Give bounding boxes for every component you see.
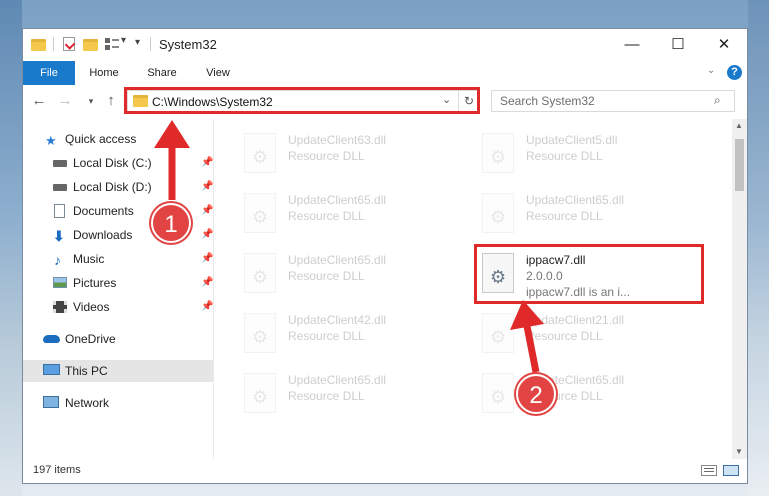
arrow-2-shaft bbox=[523, 325, 540, 373]
step-2-badge: 2 bbox=[516, 374, 556, 414]
arrow-1-head bbox=[154, 120, 190, 148]
arrow-2-head bbox=[510, 300, 544, 330]
annotation-arrows bbox=[154, 120, 544, 373]
step-1-badge: 1 bbox=[151, 203, 191, 243]
